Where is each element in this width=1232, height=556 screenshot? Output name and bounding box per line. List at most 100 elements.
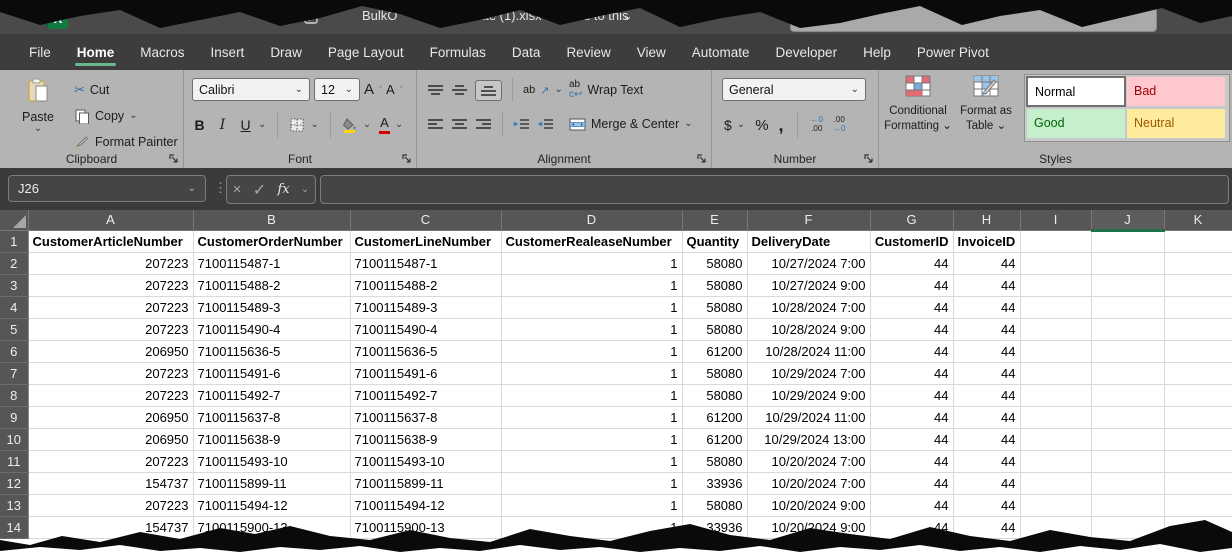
cell-I3[interactable] (1020, 274, 1091, 296)
column-header-G[interactable]: G (870, 210, 953, 230)
cell-J3[interactable] (1091, 274, 1164, 296)
cell-F14[interactable]: 10/20/2024 9:00 (747, 516, 870, 538)
cell-D4[interactable]: 1 (501, 296, 682, 318)
cell-D11[interactable]: 1 (501, 450, 682, 472)
cell-E6[interactable]: 61200 (682, 340, 747, 362)
cell-F7[interactable]: 10/29/2024 7:00 (747, 362, 870, 384)
cell-style-neutral[interactable]: Neutral (1127, 109, 1225, 138)
title-chevron-down-icon[interactable]: ⌄ (622, 8, 633, 24)
cell-H1[interactable]: InvoiceID (953, 230, 1020, 252)
format-painter-button[interactable]: Format Painter (74, 132, 178, 152)
cell-F3[interactable]: 10/27/2024 9:00 (747, 274, 870, 296)
cell-J1[interactable] (1091, 230, 1164, 252)
cell-A11[interactable]: 207223 (28, 450, 193, 472)
row-header-2[interactable]: 2 (0, 252, 28, 274)
paste-button[interactable]: Paste ⌄ (12, 78, 64, 134)
cell-H14[interactable]: 44 (953, 516, 1020, 538)
tab-draw[interactable]: Draw (257, 34, 315, 70)
cell-B5[interactable]: 7100115490-4 (193, 318, 350, 340)
cell-C9[interactable]: 7100115637-8 (350, 406, 501, 428)
cell-I4[interactable] (1020, 296, 1091, 318)
column-header-F[interactable]: F (747, 210, 870, 230)
enter-button[interactable]: ✓ (253, 180, 266, 200)
column-header-I[interactable]: I (1020, 210, 1091, 230)
cell-D2[interactable]: 1 (501, 252, 682, 274)
cell-A9[interactable]: 206950 (28, 406, 193, 428)
tab-page-layout[interactable]: Page Layout (315, 34, 417, 70)
cell-G6[interactable]: 44 (870, 340, 953, 362)
cell-J10[interactable] (1091, 428, 1164, 450)
cell-B4[interactable]: 7100115489-3 (193, 296, 350, 318)
cell-E7[interactable]: 58080 (682, 362, 747, 384)
cell-H11[interactable]: 44 (953, 450, 1020, 472)
cell-C10[interactable]: 7100115638-9 (350, 428, 501, 450)
cell-H13[interactable]: 44 (953, 494, 1020, 516)
row-header-1[interactable]: 1 (0, 230, 28, 252)
cell-G14[interactable]: 44 (870, 516, 953, 538)
cell-H12[interactable]: 44 (953, 472, 1020, 494)
cell-H4[interactable]: 44 (953, 296, 1020, 318)
select-all-corner[interactable] (0, 210, 28, 230)
cell-K7[interactable] (1164, 362, 1232, 384)
tab-insert[interactable]: Insert (198, 34, 258, 70)
tab-review[interactable]: Review (553, 34, 623, 70)
cell-F9[interactable]: 10/29/2024 11:00 (747, 406, 870, 428)
cell-D13[interactable]: 1 (501, 494, 682, 516)
cell-A8[interactable]: 207223 (28, 384, 193, 406)
cell-I1[interactable] (1020, 230, 1091, 252)
row-header-14[interactable]: 14 (0, 516, 28, 538)
cell-F13[interactable]: 10/20/2024 9:00 (747, 494, 870, 516)
alignment-dialog-launcher-icon[interactable] (696, 153, 707, 164)
cell-D5[interactable]: 1 (501, 318, 682, 340)
search-input[interactable] (790, 5, 1157, 32)
cell-K9[interactable] (1164, 406, 1232, 428)
cell-style-normal[interactable]: Normal (1027, 77, 1125, 106)
cell-A7[interactable]: 207223 (28, 362, 193, 384)
cell-E9[interactable]: 61200 (682, 406, 747, 428)
cell-G12[interactable]: 44 (870, 472, 953, 494)
orientation-button[interactable]: ab↗⌄ (523, 84, 563, 97)
cell-A12[interactable]: 154737 (28, 472, 193, 494)
cell-B6[interactable]: 7100115636-5 (193, 340, 350, 362)
fill-color-button[interactable]: ⌄ (342, 117, 371, 133)
cell-G2[interactable]: 44 (870, 252, 953, 274)
cell-D9[interactable]: 1 (501, 406, 682, 428)
percent-format-button[interactable]: % (755, 117, 768, 134)
cell-B12[interactable]: 7100115899-11 (193, 472, 350, 494)
format-as-table-button[interactable]: Format asTable ⌄ (951, 75, 1021, 133)
cell-C4[interactable]: 7100115489-3 (350, 296, 501, 318)
cell-B10[interactable]: 7100115638-9 (193, 428, 350, 450)
cell-F5[interactable]: 10/28/2024 9:00 (747, 318, 870, 340)
tab-home[interactable]: Home (64, 34, 128, 70)
cell-F2[interactable]: 10/27/2024 7:00 (747, 252, 870, 274)
tab-view[interactable]: View (624, 34, 679, 70)
cell-D1[interactable]: CustomerRealeaseNumber (501, 230, 682, 252)
font-dialog-launcher-icon[interactable] (401, 153, 412, 164)
cell-K5[interactable] (1164, 318, 1232, 340)
cell-B9[interactable]: 7100115637-8 (193, 406, 350, 428)
cell-A14[interactable]: 154737 (28, 516, 193, 538)
cell-C11[interactable]: 7100115493-10 (350, 450, 501, 472)
cell-A1[interactable]: CustomerArticleNumber (28, 230, 193, 252)
decrease-decimal-button[interactable]: .00→0 (833, 116, 845, 134)
cell-D12[interactable]: 1 (501, 472, 682, 494)
font-color-button[interactable]: A ⌄ (379, 116, 403, 133)
cell-E13[interactable]: 58080 (682, 494, 747, 516)
borders-button[interactable]: ⌄ (289, 117, 318, 133)
cell-B11[interactable]: 7100115493-10 (193, 450, 350, 472)
cell-G8[interactable]: 44 (870, 384, 953, 406)
column-header-K[interactable]: K (1164, 210, 1232, 230)
cell-J2[interactable] (1091, 252, 1164, 274)
cell-C7[interactable]: 7100115491-6 (350, 362, 501, 384)
cell-C12[interactable]: 7100115899-11 (350, 472, 501, 494)
cell-C3[interactable]: 7100115488-2 (350, 274, 501, 296)
cell-B13[interactable]: 7100115494-12 (193, 494, 350, 516)
cell-F1[interactable]: DeliveryDate (747, 230, 870, 252)
row-header-7[interactable]: 7 (0, 362, 28, 384)
align-center-button[interactable] (451, 118, 468, 131)
cell-F12[interactable]: 10/20/2024 7:00 (747, 472, 870, 494)
cell-J12[interactable] (1091, 472, 1164, 494)
name-box[interactable]: J26 ⌄ (8, 175, 206, 202)
cell-A4[interactable]: 207223 (28, 296, 193, 318)
cell-H10[interactable]: 44 (953, 428, 1020, 450)
